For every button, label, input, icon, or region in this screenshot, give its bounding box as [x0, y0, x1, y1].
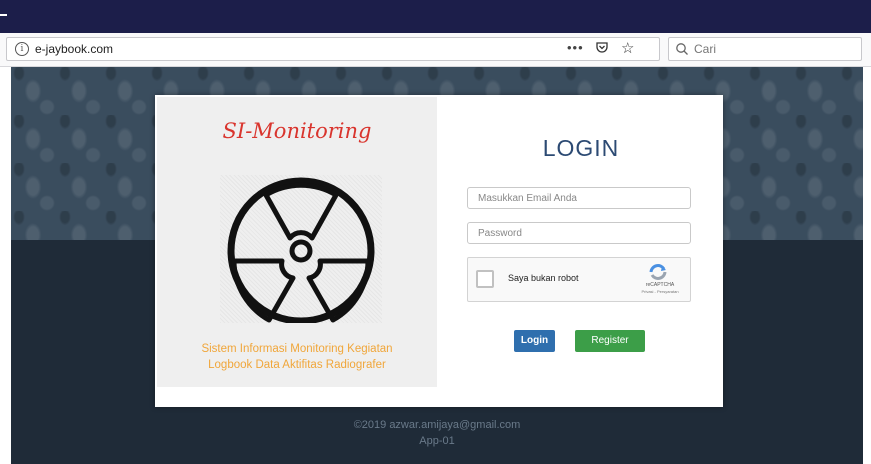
more-actions-icon[interactable]: ••• — [567, 40, 584, 55]
login-card: SI-Monitoring Sistem Informasi Monitorin… — [155, 95, 723, 407]
email-field[interactable]: Masukkan Email Anda — [467, 187, 691, 209]
search-placeholder: Cari — [694, 42, 717, 56]
search-bar[interactable]: Cari — [668, 37, 862, 61]
search-icon — [676, 43, 688, 55]
recaptcha-label: Saya bukan robot — [508, 273, 579, 283]
url-text[interactable]: e-jaybook.com — [35, 42, 113, 56]
radiation-icon — [227, 177, 375, 323]
password-field[interactable]: Password — [467, 222, 691, 244]
login-button[interactable]: Login — [514, 330, 555, 352]
browser-navbar: i e-jaybook.com ••• ☆ Cari — [0, 33, 871, 67]
browser-titlebar — [0, 0, 871, 33]
info-icon[interactable]: i — [15, 42, 29, 56]
recaptcha-checkbox[interactable] — [476, 270, 494, 288]
app-description: Sistem Informasi Monitoring Kegiatan Log… — [157, 341, 437, 373]
footer-copyright: ©2019 azwar.amijaya@gmail.com — [353, 419, 521, 431]
recaptcha-brand: reCAPTCHA — [645, 282, 675, 288]
radiation-icon-frame — [220, 175, 382, 323]
address-bar[interactable]: i e-jaybook.com ••• ☆ — [6, 37, 660, 61]
star-icon[interactable]: ☆ — [621, 39, 634, 57]
description-line-1: Sistem Informasi Monitoring Kegiatan — [201, 343, 393, 355]
app-brand: SI-Monitoring — [222, 119, 372, 143]
recaptcha-widget: Saya bukan robot reCAPTCHA Privasi - Per… — [467, 257, 691, 302]
pocket-icon[interactable] — [595, 41, 609, 55]
register-button[interactable]: Register — [575, 330, 645, 352]
page-content: SI-Monitoring Sistem Informasi Monitorin… — [11, 67, 863, 464]
login-title: LOGIN — [542, 135, 620, 161]
recaptcha-icon — [649, 264, 667, 280]
description-line-2: Logbook Data Aktifitas Radiografer — [208, 359, 386, 371]
window-menu-dash[interactable] — [0, 14, 7, 16]
page-footer: ©2019 azwar.amijaya@gmail.com App-01 — [11, 417, 863, 449]
footer-version: App-01 — [419, 435, 455, 447]
recaptcha-privacy-link[interactable]: Privasi - Persyaratan — [628, 289, 692, 294]
info-panel: SI-Monitoring Sistem Informasi Monitorin… — [157, 97, 437, 387]
